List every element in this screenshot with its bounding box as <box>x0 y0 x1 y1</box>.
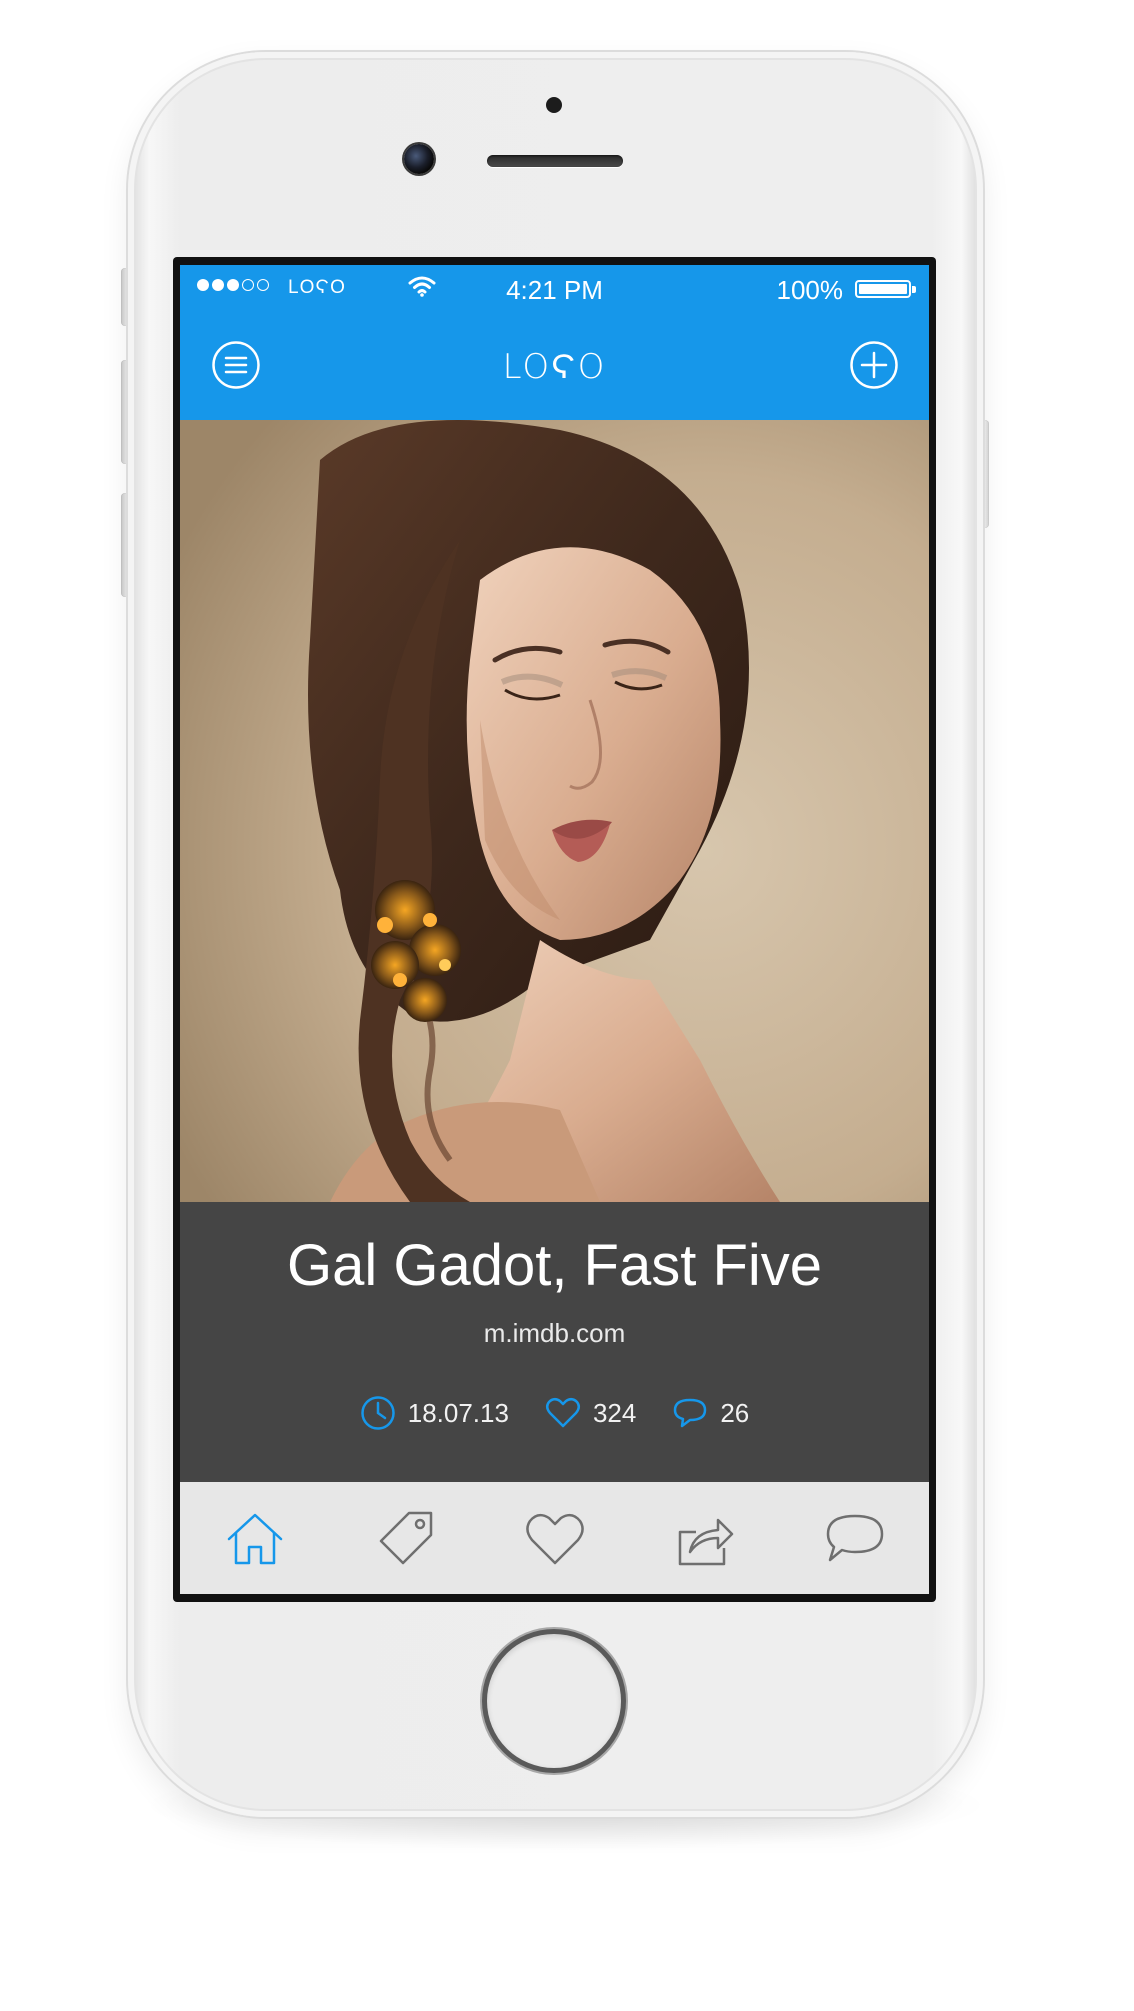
battery-percentage: 100% <box>776 275 844 305</box>
comment-icon <box>674 1398 707 1428</box>
tag-icon <box>379 1511 433 1565</box>
heart-icon <box>526 1513 584 1565</box>
clock-icon <box>360 1396 395 1430</box>
home-icon <box>227 1513 283 1565</box>
tab-favorites[interactable] <box>520 1504 590 1574</box>
earpiece-speaker <box>487 155 623 167</box>
add-button[interactable] <box>849 340 899 390</box>
plus-circle-icon <box>850 341 898 389</box>
battery-icon <box>855 280 916 298</box>
status-bar: LOϚO 4:21 PM 100% <box>180 265 929 311</box>
post-title: Gal Gadot, Fast Five <box>286 1233 823 1298</box>
post-likes-count: 324 <box>592 1397 637 1428</box>
post-comments-count: 26 <box>720 1397 750 1428</box>
header: LOϚO 4:21 PM 100% LOϚO <box>180 265 929 420</box>
proximity-sensor <box>546 97 562 113</box>
post-meta: 18.07.13 324 26 <box>180 1395 929 1431</box>
post-date: 18.07.13 <box>360 1395 509 1431</box>
post-card[interactable]: Gal Gadot, Fast Five m.imdb.com 18.07.13 <box>180 1202 929 1482</box>
heart-icon <box>545 1398 580 1428</box>
portrait-image <box>180 420 929 1202</box>
chat-icon <box>826 1514 884 1562</box>
phone-body: LOϚO 4:21 PM 100% LOϚO Gal Gadot, Fast F… <box>128 52 983 1817</box>
post-date-value: 18.07.13 <box>407 1397 509 1428</box>
tab-bar <box>180 1482 929 1594</box>
home-button[interactable] <box>487 1634 621 1768</box>
hero-photo[interactable] <box>180 420 929 1202</box>
front-camera <box>404 144 434 174</box>
tab-share[interactable] <box>670 1504 740 1574</box>
post-comments[interactable]: 26 <box>672 1397 749 1429</box>
navigation-bar: LOϚO <box>180 311 929 420</box>
post-source-link[interactable]: m.imdb.com <box>180 1318 929 1349</box>
app-logo: LOϚO <box>502 347 607 387</box>
tab-home[interactable] <box>220 1504 290 1574</box>
tab-messages[interactable] <box>820 1504 890 1574</box>
post-likes[interactable]: 324 <box>545 1397 636 1429</box>
tab-tags[interactable] <box>370 1504 440 1574</box>
app-screen: LOϚO 4:21 PM 100% LOϚO Gal Gadot, Fast F… <box>180 265 929 1594</box>
device-mockup: LOϚO 4:21 PM 100% LOϚO Gal Gadot, Fast F… <box>0 0 1134 2011</box>
screen-bezel: LOϚO 4:21 PM 100% LOϚO Gal Gadot, Fast F… <box>173 257 936 1602</box>
share-icon <box>678 1518 734 1566</box>
